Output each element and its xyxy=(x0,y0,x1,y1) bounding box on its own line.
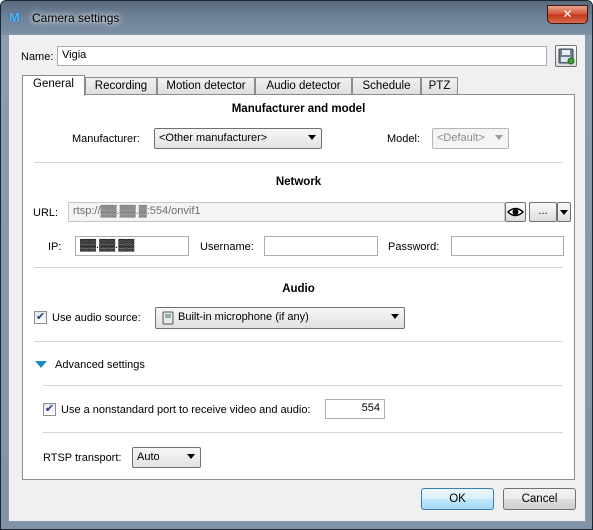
advanced-settings-toggle[interactable]: Advanced settings xyxy=(35,357,175,373)
rtsp-transport-select[interactable]: Auto xyxy=(132,447,201,468)
url-input[interactable]: rtsp://▓▓.▓▓.▓:554/onvif1 xyxy=(68,202,505,222)
dialog-body: Name: Vigia General Recording Motion det… xyxy=(8,34,586,522)
use-audio-label: Use audio source: xyxy=(52,312,141,324)
divider xyxy=(43,432,563,433)
title-bar[interactable]: M Camera settings ✕ xyxy=(1,1,592,35)
manufacturer-label: Manufacturer: xyxy=(72,133,140,145)
chevron-down-icon xyxy=(391,314,399,319)
tab-schedule[interactable]: Schedule xyxy=(352,77,421,95)
nonstandard-port-label: Use a nonstandard port to receive video … xyxy=(61,404,311,416)
chevron-down-icon xyxy=(560,210,568,215)
nonstandard-port-checkbox[interactable]: ✔ xyxy=(43,403,56,416)
tab-motion-detector[interactable]: Motion detector xyxy=(157,77,255,95)
app-icon: M xyxy=(9,10,20,25)
divider xyxy=(43,385,563,386)
username-input[interactable] xyxy=(264,236,378,256)
audio-source-value: Built-in microphone (if any) xyxy=(178,311,309,323)
save-settings-button[interactable] xyxy=(555,45,577,67)
window-title: Camera settings xyxy=(32,11,120,25)
chevron-down-icon xyxy=(495,135,503,140)
url-label: URL: xyxy=(33,207,59,219)
divider xyxy=(34,267,563,268)
browse-url-button[interactable]: ... xyxy=(529,202,557,222)
port-input[interactable]: 554 xyxy=(325,399,385,419)
microphone-icon xyxy=(162,311,174,325)
use-audio-checkbox[interactable]: ✔ xyxy=(34,311,47,324)
general-tab-panel: Manufacturer and model Manufacturer: <Ot… xyxy=(22,94,575,480)
divider xyxy=(34,341,563,342)
audio-section-title: Audio xyxy=(282,283,315,295)
model-select[interactable]: <Default> xyxy=(432,128,509,149)
advanced-settings-label: Advanced settings xyxy=(55,359,145,371)
username-label: Username: xyxy=(200,241,254,253)
chevron-down-icon xyxy=(187,454,195,459)
rtsp-transport-value: Auto xyxy=(137,451,160,463)
floppy-disk-icon xyxy=(558,48,575,65)
show-preview-button[interactable] xyxy=(505,202,526,222)
rtsp-transport-label: RTSP transport: xyxy=(43,452,122,464)
tab-general[interactable]: General xyxy=(22,75,85,96)
tab-ptz[interactable]: PTZ xyxy=(421,77,458,95)
chevron-down-icon xyxy=(308,135,316,140)
eye-icon xyxy=(506,207,525,217)
cancel-button[interactable]: Cancel xyxy=(503,488,576,510)
tab-recording[interactable]: Recording xyxy=(85,77,157,95)
ip-input[interactable]: ▓▓.▓▓.▓▓ xyxy=(75,236,189,256)
model-label: Model: xyxy=(387,133,421,145)
tab-audio-detector[interactable]: Audio detector xyxy=(255,77,352,95)
manufacturer-section-title: Manufacturer and model xyxy=(231,103,366,115)
url-options-dropdown[interactable] xyxy=(557,202,571,222)
name-label: Name: xyxy=(21,51,54,63)
name-input[interactable]: Vigia xyxy=(57,46,547,66)
audio-source-select[interactable]: Built-in microphone (if any) xyxy=(155,307,405,329)
password-input[interactable] xyxy=(451,236,564,256)
camera-settings-window: M Camera settings ✕ Name: Vigia General … xyxy=(0,0,593,530)
ok-button[interactable]: OK xyxy=(421,488,494,510)
model-value: <Default> xyxy=(437,132,485,144)
network-section-title: Network xyxy=(275,176,322,188)
manufacturer-value: <Other manufacturer> xyxy=(159,132,268,144)
expand-triangle-icon xyxy=(35,361,47,368)
ip-label: IP: xyxy=(48,241,62,253)
manufacturer-select[interactable]: <Other manufacturer> xyxy=(154,128,322,149)
password-label: Password: xyxy=(388,241,440,253)
close-button[interactable]: ✕ xyxy=(547,5,588,24)
divider xyxy=(34,162,563,163)
